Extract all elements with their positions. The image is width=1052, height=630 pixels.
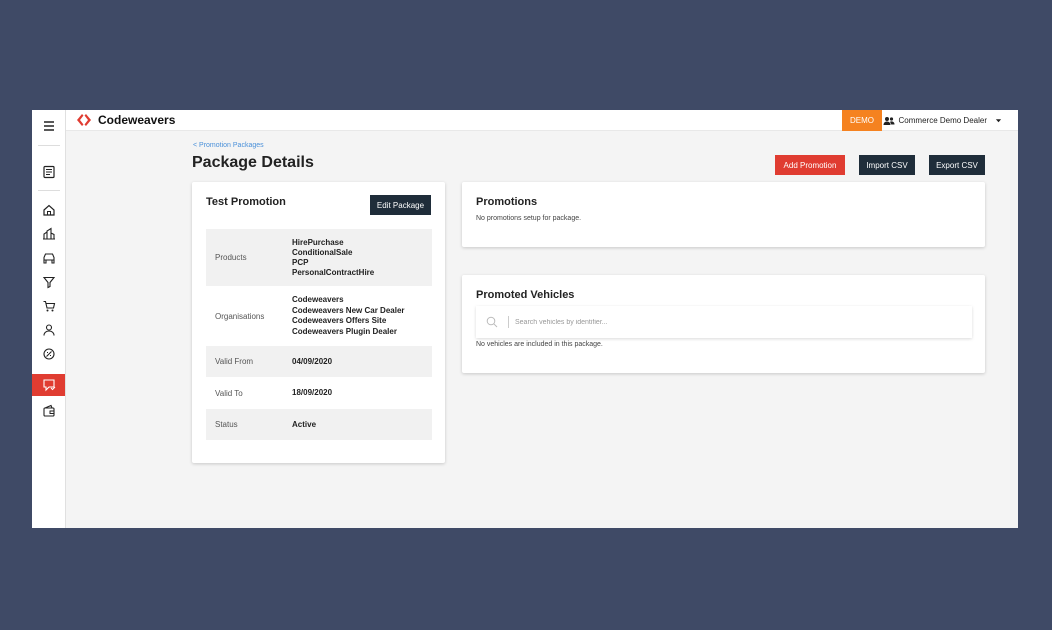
dealership-icon[interactable]: [32, 223, 65, 245]
product-item: HirePurchase: [292, 237, 344, 247]
detail-row-valid-from: Valid From 04/09/2020: [206, 346, 432, 377]
codeweavers-logo-icon: [77, 114, 91, 126]
product-item: ConditionalSale: [292, 247, 353, 257]
promoted-vehicles-title: Promoted Vehicles: [476, 289, 575, 301]
organisation-item: Codeweavers Plugin Dealer: [292, 326, 397, 336]
filter-icon[interactable]: [32, 271, 65, 293]
brand-logo[interactable]: Codeweavers: [76, 113, 175, 127]
package-card: Test Promotion Edit Package Products Hir…: [192, 182, 445, 463]
add-promotion-button[interactable]: Add Promotion: [775, 155, 845, 175]
users-icon: [883, 116, 895, 125]
sidebar-divider: [38, 190, 60, 191]
detail-value: Codeweavers Codeweavers New Car Dealer C…: [292, 295, 405, 337]
promotion-icon[interactable]: [32, 374, 65, 396]
top-bar: Codeweavers DEMO Commerce Demo Dealer: [66, 110, 1018, 131]
page-title: Package Details: [192, 154, 314, 171]
organisation-item: Codeweavers New Car Dealer: [292, 305, 405, 315]
breadcrumb-link[interactable]: < Promotion Packages: [193, 142, 264, 149]
detail-row-status: Status Active: [206, 409, 432, 440]
menu-icon[interactable]: [32, 115, 65, 137]
organisation-item: Codeweavers Offers Site: [292, 316, 387, 325]
detail-label: Organisations: [215, 311, 265, 321]
import-csv-button[interactable]: Import CSV: [859, 155, 915, 175]
detail-label: Valid From: [215, 357, 254, 366]
organisation-item: Codeweavers: [292, 295, 344, 304]
detail-label: Valid To: [215, 388, 243, 398]
app-window: Codeweavers DEMO Commerce Demo Dealer < …: [32, 110, 1018, 528]
export-csv-button[interactable]: Export CSV: [929, 155, 985, 175]
car-icon[interactable]: [32, 247, 65, 269]
vehicle-search-input[interactable]: [515, 318, 915, 326]
dealer-name: Commerce Demo Dealer: [898, 116, 987, 125]
product-item: PersonalContractHire: [292, 267, 375, 277]
promoted-vehicles-card: Promoted Vehicles No vehicles are includ…: [462, 275, 985, 373]
detail-value: 04/09/2020: [292, 356, 333, 366]
home-icon[interactable]: [32, 199, 65, 221]
dealer-selector[interactable]: Commerce Demo Dealer: [883, 110, 1002, 131]
detail-label: Status: [215, 420, 238, 429]
detail-row-products: Products HirePurchase ConditionalSale PC…: [206, 229, 432, 286]
detail-value: 18/09/2020: [292, 388, 333, 397]
detail-row-valid-to: Valid To 18/09/2020: [206, 377, 432, 409]
package-name: Test Promotion: [206, 196, 286, 208]
detail-value: Active: [292, 419, 317, 429]
detail-label: Products: [215, 253, 247, 262]
promotions-card: Promotions No promotions setup for packa…: [462, 182, 985, 247]
search-icon: [486, 316, 498, 328]
user-icon[interactable]: [32, 319, 65, 341]
detail-row-organisations: Organisations Codeweavers Codeweavers Ne…: [206, 286, 432, 346]
product-item: PCP: [292, 257, 309, 267]
badge-icon[interactable]: [32, 343, 65, 365]
demo-badge: DEMO: [842, 110, 882, 131]
vehicle-search-box: [476, 306, 972, 338]
search-separator: [508, 316, 509, 328]
report-icon[interactable]: [32, 161, 65, 183]
caret-down-icon: [995, 119, 1002, 123]
promotions-title: Promotions: [476, 196, 538, 208]
wallet-icon[interactable]: [32, 400, 65, 422]
brand-name: Codeweavers: [98, 113, 176, 127]
sidebar-divider: [38, 145, 60, 146]
cart-icon[interactable]: [32, 295, 65, 317]
edit-package-button[interactable]: Edit Package: [370, 195, 431, 215]
detail-value: HirePurchase ConditionalSale PCP Persona…: [292, 238, 374, 278]
promotions-empty-text: No promotions setup for package.: [476, 215, 582, 222]
vehicles-empty-text: No vehicles are included in this package…: [476, 341, 603, 348]
sidebar: [32, 110, 66, 528]
